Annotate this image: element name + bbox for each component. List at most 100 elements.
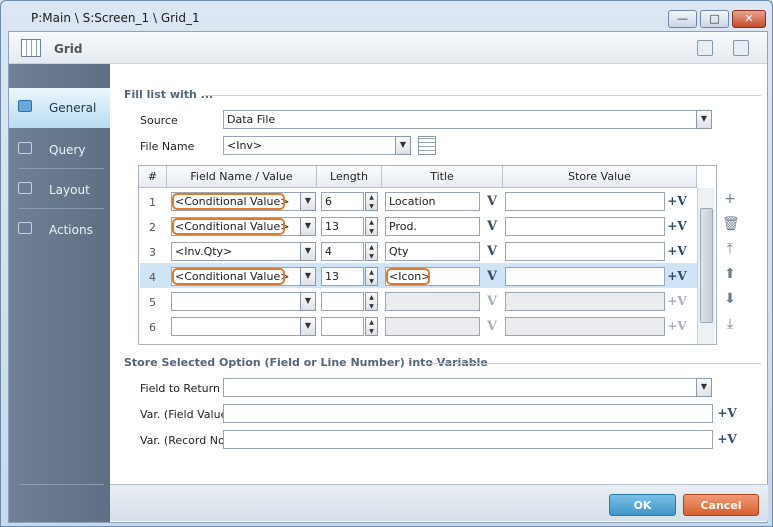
chevron-down-icon: ▼: [304, 271, 312, 280]
minimize-button[interactable]: —: [668, 10, 697, 28]
field-select[interactable]: [171, 292, 301, 311]
move-up-icon[interactable]: ⬆: [722, 266, 738, 282]
delete-row-icon[interactable]: 🗑: [722, 216, 740, 232]
nav-divider: [19, 168, 104, 169]
file-name-dropdown-button[interactable]: ▼: [395, 136, 411, 155]
highlight-marker: [172, 268, 285, 285]
source-dropdown-button[interactable]: ▼: [696, 110, 712, 129]
var-field-input[interactable]: [223, 404, 713, 423]
source-select[interactable]: Data File: [223, 110, 697, 129]
section-divider: [426, 363, 761, 364]
highlight-marker: [172, 218, 285, 235]
add-row-icon[interactable]: +: [722, 191, 738, 207]
field-to-return-label: Field to Return: [140, 382, 220, 395]
nav-divider: [19, 484, 104, 485]
table-icon[interactable]: [418, 136, 436, 155]
variable-icon[interactable]: V: [482, 242, 502, 261]
title-input[interactable]: Prod.: [385, 217, 480, 236]
nav-item-layout[interactable]: Layout: [9, 170, 110, 210]
row-number: 1: [149, 196, 156, 209]
variable-icon[interactable]: V: [482, 217, 502, 236]
field-select[interactable]: <Inv.Qty>: [171, 242, 301, 261]
field-dropdown-button[interactable]: ▼: [300, 242, 316, 261]
row-number: 5: [149, 296, 156, 309]
move-bottom-icon[interactable]: ⤓: [722, 316, 738, 332]
file-name-select[interactable]: <Inv>: [223, 136, 396, 155]
column-header: #: [139, 166, 167, 188]
title-input[interactable]: Location: [385, 192, 480, 211]
field-to-return-dropdown-button[interactable]: ▼: [696, 378, 712, 397]
nav-label: Layout: [49, 183, 90, 197]
chevron-down-icon: ▼: [304, 321, 312, 330]
close-button[interactable]: ✕: [732, 10, 766, 28]
nav-label: General: [49, 101, 97, 115]
add-variable-icon[interactable]: +V: [667, 192, 687, 211]
ok-button[interactable]: OK: [609, 494, 676, 516]
store-value-input[interactable]: [505, 242, 665, 261]
variable-icon[interactable]: V: [482, 192, 502, 211]
field-dropdown-button[interactable]: ▼: [300, 217, 316, 236]
var-record-input[interactable]: [223, 430, 713, 449]
source-label: Source: [140, 114, 178, 127]
length-input[interactable]: 4: [321, 242, 364, 261]
title-bar: P:Main \ S:Screen_1 \ Grid_1 — □ ✕: [1, 1, 772, 31]
clipboard-icon[interactable]: [733, 40, 749, 56]
store-value-input: [505, 292, 665, 311]
length-input[interactable]: 13: [321, 267, 364, 286]
column-header: Length: [317, 166, 382, 188]
export-icon[interactable]: [697, 40, 713, 56]
store-value-input[interactable]: [505, 267, 665, 286]
column-header: Field Name / Value: [167, 166, 317, 188]
store-value-input[interactable]: [505, 192, 665, 211]
cancel-button[interactable]: Cancel: [683, 494, 759, 516]
length-input[interactable]: [321, 292, 364, 311]
add-variable-icon[interactable]: +V: [667, 217, 687, 236]
row-number: 4: [149, 271, 156, 284]
field-dropdown-button[interactable]: ▼: [300, 317, 316, 336]
query-icon: [18, 142, 32, 154]
length-stepper[interactable]: ▲ ▼: [365, 192, 378, 211]
chevron-down-icon: ▼: [700, 382, 708, 391]
scrollbar-thumb[interactable]: [700, 208, 713, 323]
chevron-down-icon: ▼: [399, 140, 407, 149]
field-to-return-select[interactable]: [223, 378, 697, 397]
file-name-label: File Name: [140, 140, 195, 153]
add-variable-icon[interactable]: +V: [717, 430, 737, 449]
field-select[interactable]: [171, 317, 301, 336]
nav-item-query[interactable]: Query: [9, 130, 110, 170]
variable-icon[interactable]: V: [482, 267, 502, 286]
chevron-down-icon: ▼: [304, 296, 312, 305]
add-variable-icon[interactable]: +V: [667, 242, 687, 261]
section-divider: [204, 95, 761, 96]
length-stepper[interactable]: ▲ ▼: [365, 317, 378, 336]
move-top-icon[interactable]: ⤒: [722, 241, 738, 257]
field-dropdown-button[interactable]: ▼: [300, 292, 316, 311]
length-stepper[interactable]: ▲ ▼: [365, 242, 378, 261]
maximize-button[interactable]: □: [700, 10, 729, 28]
store-value-input[interactable]: [505, 217, 665, 236]
add-variable-icon[interactable]: +V: [667, 267, 687, 286]
length-input[interactable]: 6: [321, 192, 364, 211]
field-dropdown-button[interactable]: ▼: [300, 192, 316, 211]
length-stepper[interactable]: ▲ ▼: [365, 292, 378, 311]
field-dropdown-button[interactable]: ▼: [300, 267, 316, 286]
add-variable-icon[interactable]: +V: [717, 404, 737, 423]
chevron-down-icon: ▼: [700, 114, 708, 123]
column-header: Store Value: [503, 166, 697, 188]
variable-icon: V: [486, 319, 498, 334]
actions-icon: [18, 222, 32, 234]
title-input[interactable]: Qty: [385, 242, 480, 261]
length-stepper[interactable]: ▲ ▼: [365, 217, 378, 236]
title-input: [385, 292, 480, 311]
length-input[interactable]: 13: [321, 217, 364, 236]
nav-item-general[interactable]: General: [9, 88, 110, 128]
nav-item-actions[interactable]: Actions: [9, 210, 110, 250]
var-record-label: Var. (Record No): [140, 434, 229, 447]
grid-scrollbar[interactable]: [697, 188, 715, 344]
length-stepper[interactable]: ▲ ▼: [365, 267, 378, 286]
title-input: [385, 317, 480, 336]
length-input[interactable]: [321, 317, 364, 336]
chevron-down-icon: ▼: [304, 196, 312, 205]
row-number: 6: [149, 321, 156, 334]
move-down-icon[interactable]: ⬇: [722, 291, 738, 307]
